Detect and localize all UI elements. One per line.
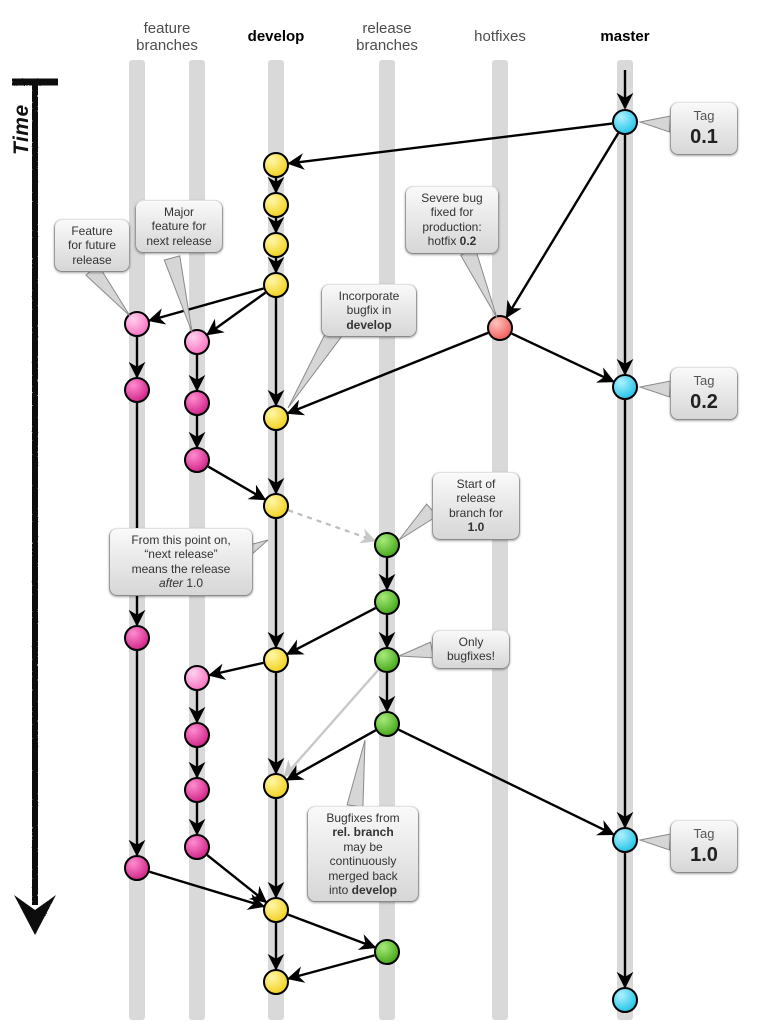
tag-version: 0.2 xyxy=(680,390,728,414)
edge xyxy=(507,133,619,317)
edge xyxy=(288,510,374,540)
commit-node xyxy=(264,774,288,798)
commit-node xyxy=(185,391,209,415)
edge xyxy=(289,124,612,164)
commit-node xyxy=(185,835,209,859)
commit-node xyxy=(613,375,637,399)
commit-node xyxy=(375,533,399,557)
tag-label: Tag xyxy=(680,373,728,389)
column-header-develop: develop xyxy=(248,28,305,45)
commit-node xyxy=(375,590,399,614)
commit-node xyxy=(125,378,149,402)
commit-node xyxy=(125,856,149,880)
tag-label: Tag xyxy=(680,108,728,124)
commit-node xyxy=(488,316,512,340)
edge xyxy=(208,467,265,500)
callout-severe-bug: Severe bugfixed forproduction:hotfix 0.2 xyxy=(405,186,499,254)
commit-node xyxy=(185,666,209,690)
tag-1-0: Tag 1.0 xyxy=(670,820,738,873)
callout-rel-branch-merge: Bugfixes fromrel. branchmay becontinuous… xyxy=(307,806,419,902)
commit-node xyxy=(125,312,149,336)
edge xyxy=(288,608,376,654)
column-header-master: master xyxy=(600,28,649,45)
callout-start-release: Start ofreleasebranch for1.0 xyxy=(432,472,520,540)
commit-node xyxy=(264,193,288,217)
edge xyxy=(288,915,375,948)
commit-node xyxy=(264,153,288,177)
callout-only-bugfixes: Onlybugfixes! xyxy=(432,630,510,669)
commit-node xyxy=(375,648,399,672)
commit-node xyxy=(613,110,637,134)
commit-node xyxy=(613,988,637,1012)
commit-node xyxy=(613,828,637,852)
callout-major-feature: Majorfeature fornext release xyxy=(135,200,223,253)
commit-node xyxy=(264,233,288,257)
commit-node xyxy=(264,406,288,430)
commit-node xyxy=(185,723,209,747)
commit-node xyxy=(185,778,209,802)
time-axis-arrow xyxy=(12,82,58,935)
commit-node xyxy=(375,712,399,736)
callout-future-feature: Featurefor futurerelease xyxy=(54,219,130,272)
edge xyxy=(289,955,375,978)
tag-0-1: Tag 0.1 xyxy=(670,102,738,155)
commit-node xyxy=(264,970,288,994)
edge xyxy=(210,663,264,675)
callout-next-release: From this point on,“next release”means t… xyxy=(109,528,253,596)
commit-node xyxy=(185,330,209,354)
edge xyxy=(208,293,266,335)
commit-node xyxy=(264,648,288,672)
commit-node xyxy=(264,898,288,922)
commit-node xyxy=(185,448,209,472)
edge xyxy=(150,289,264,321)
commit-node xyxy=(375,940,399,964)
commit-node xyxy=(264,494,288,518)
column-header-feature: featurebranches xyxy=(136,20,198,55)
edge xyxy=(512,334,613,382)
tag-version: 1.0 xyxy=(680,843,728,867)
column-header-release: releasebranches xyxy=(356,20,418,55)
callout-incorporate: Incorporatebugfix indevelop xyxy=(321,284,417,337)
commit-node xyxy=(264,273,288,297)
commit-node xyxy=(125,626,149,650)
tag-version: 0.1 xyxy=(680,125,728,149)
edge xyxy=(207,855,266,902)
tag-0-2: Tag 0.2 xyxy=(670,367,738,420)
column-header-hotfix: hotfixes xyxy=(474,28,526,45)
tag-label: Tag xyxy=(680,826,728,842)
edge xyxy=(149,872,263,906)
time-axis-label: Time xyxy=(10,104,34,155)
